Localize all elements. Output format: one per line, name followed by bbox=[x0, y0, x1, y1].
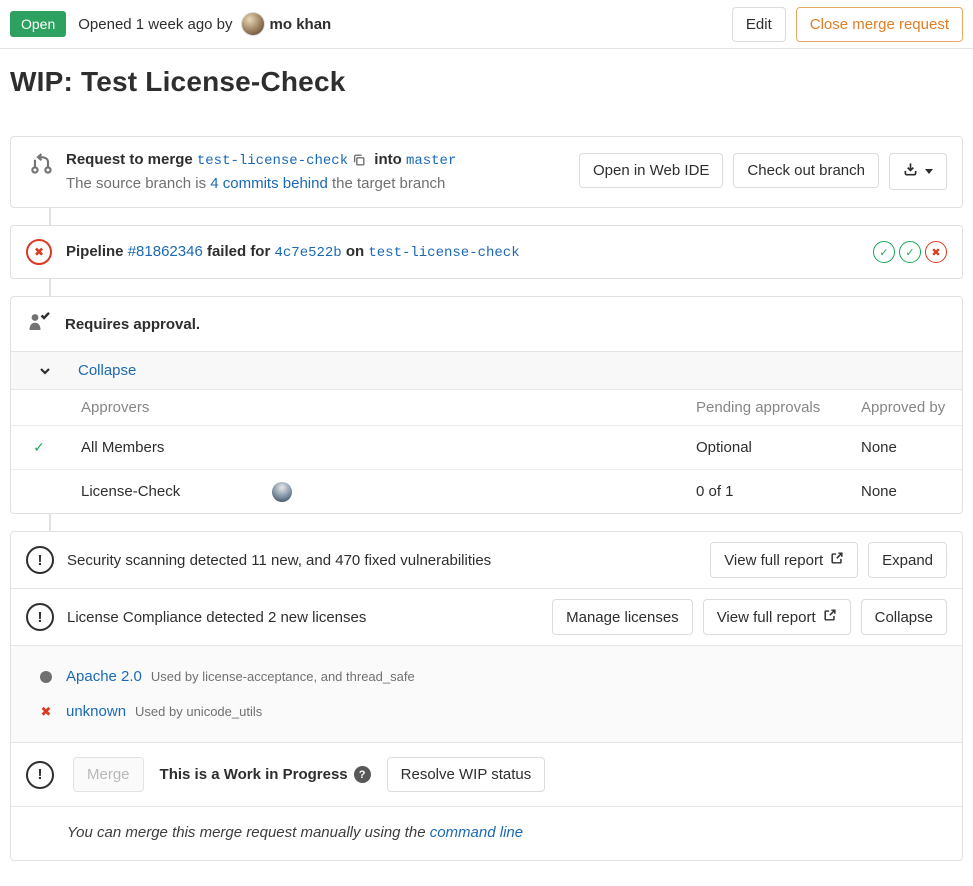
author-name[interactable]: mo khan bbox=[270, 16, 332, 33]
approvals-collapse-row: Collapse bbox=[11, 351, 962, 390]
license-view-full-report-button[interactable]: View full report bbox=[703, 599, 851, 635]
chevron-down-icon[interactable] bbox=[37, 363, 53, 379]
wip-row: ! Merge This is a Work in Progress ? Res… bbox=[11, 743, 962, 806]
pipeline-failed-icon[interactable]: ✖ bbox=[26, 239, 52, 265]
pipeline-mini-graph: ✓ ✓ ✖ bbox=[873, 241, 947, 263]
license-compliance-row: ! License Compliance detected 2 new lice… bbox=[11, 588, 962, 645]
opened-text: Opened 1 week ago by bbox=[78, 16, 232, 33]
widget-connector bbox=[49, 279, 51, 296]
list-item: ✖ unknown Used by unicode_utils bbox=[26, 694, 947, 729]
close-merge-request-button[interactable]: Close merge request bbox=[796, 7, 963, 42]
license-name-link[interactable]: unknown bbox=[66, 703, 126, 720]
approvers-table-header: Approvers Pending approvals Approved by bbox=[11, 390, 962, 425]
open-web-ide-button[interactable]: Open in Web IDE bbox=[579, 153, 723, 188]
widget-connector bbox=[49, 208, 51, 225]
copy-branch-icon[interactable] bbox=[352, 153, 366, 171]
request-to-merge-panel: Request to merge test-license-check into… bbox=[10, 136, 963, 208]
widget-connector bbox=[49, 514, 51, 531]
neutral-license-icon bbox=[40, 671, 52, 683]
pipeline-failed-for-label: failed for bbox=[207, 243, 270, 260]
external-link-icon bbox=[823, 608, 837, 626]
source-branch-link[interactable]: test-license-check bbox=[197, 153, 348, 169]
approvals-collapse-link[interactable]: Collapse bbox=[78, 362, 136, 379]
security-report-row: ! Security scanning detected 11 new, and… bbox=[11, 532, 962, 588]
pipeline-on-label: on bbox=[346, 243, 364, 260]
license-used-by: Used by license-acceptance, and thread_s… bbox=[151, 669, 415, 684]
stage-passed-icon[interactable]: ✓ bbox=[873, 241, 895, 263]
merge-request-icon bbox=[29, 150, 55, 180]
col-pending-approvals: Pending approvals bbox=[696, 399, 861, 416]
license-used-by: Used by unicode_utils bbox=[135, 704, 262, 719]
table-row: ✓ All Members Optional None bbox=[11, 425, 962, 469]
approver-name: License-Check bbox=[81, 483, 180, 500]
security-expand-button[interactable]: Expand bbox=[868, 542, 947, 578]
license-collapse-button[interactable]: Collapse bbox=[861, 599, 947, 635]
mr-status-bar: Open Opened 1 week ago by mo khan Edit C… bbox=[0, 0, 973, 49]
manage-licenses-button[interactable]: Manage licenses bbox=[552, 599, 693, 635]
target-branch-link[interactable]: master bbox=[406, 153, 456, 169]
approver-avatar[interactable] bbox=[272, 482, 292, 502]
status-badge: Open bbox=[10, 11, 66, 37]
user-check-icon bbox=[26, 310, 52, 338]
pending-approvals-value: 0 of 1 bbox=[696, 483, 861, 500]
security-report-text: Security scanning detected 11 new, and 4… bbox=[67, 552, 710, 569]
help-icon[interactable]: ? bbox=[354, 766, 371, 783]
command-line-link[interactable]: command line bbox=[430, 824, 523, 841]
pipeline-branch-link[interactable]: test-license-check bbox=[368, 245, 519, 261]
manual-merge-text: You can merge this merge request manuall… bbox=[67, 824, 426, 841]
commit-sha-link[interactable]: 4c7e522b bbox=[274, 245, 341, 261]
into-label: into bbox=[374, 151, 402, 168]
license-name-link[interactable]: Apache 2.0 bbox=[66, 668, 142, 685]
approved-by-value: None bbox=[861, 483, 962, 500]
warning-icon: ! bbox=[26, 603, 54, 631]
pipeline-id-link[interactable]: #81862346 bbox=[128, 243, 203, 260]
approvals-panel: Requires approval. Collapse Approvers Pe… bbox=[10, 296, 963, 514]
behind-suffix: the target branch bbox=[332, 175, 445, 192]
warning-icon: ! bbox=[26, 761, 54, 789]
checkout-branch-button[interactable]: Check out branch bbox=[733, 153, 879, 188]
pending-approvals-value: Optional bbox=[696, 439, 861, 456]
failed-license-icon: ✖ bbox=[41, 704, 52, 720]
page-title: WIP: Test License-Check bbox=[10, 66, 963, 98]
col-approvers: Approvers bbox=[67, 399, 696, 416]
pipeline-label: Pipeline bbox=[66, 243, 124, 260]
manual-merge-note: You can merge this merge request manuall… bbox=[11, 806, 962, 860]
behind-prefix: The source branch is bbox=[66, 175, 206, 192]
wip-text: This is a Work in Progress bbox=[160, 766, 348, 783]
stage-failed-icon[interactable]: ✖ bbox=[925, 241, 947, 263]
edit-button[interactable]: Edit bbox=[732, 7, 786, 42]
table-row: License-Check 0 of 1 None bbox=[11, 469, 962, 513]
pipeline-panel: ✖ Pipeline #81862346 failed for 4c7e522b… bbox=[10, 225, 963, 279]
author-avatar[interactable] bbox=[241, 12, 265, 36]
security-view-full-report-button[interactable]: View full report bbox=[710, 542, 858, 578]
commits-behind-link[interactable]: 4 commits behind bbox=[210, 175, 328, 192]
warning-icon: ! bbox=[26, 546, 54, 574]
merge-button[interactable]: Merge bbox=[73, 757, 144, 792]
request-to-merge-label: Request to merge bbox=[66, 151, 193, 168]
license-list: Apache 2.0 Used by license-acceptance, a… bbox=[11, 645, 962, 743]
list-item: Apache 2.0 Used by license-acceptance, a… bbox=[26, 659, 947, 694]
approved-by-value: None bbox=[861, 439, 962, 456]
download-dropdown-button[interactable] bbox=[889, 153, 947, 190]
external-link-icon bbox=[830, 551, 844, 569]
resolve-wip-status-button[interactable]: Resolve WIP status bbox=[387, 757, 546, 792]
license-compliance-text: License Compliance detected 2 new licens… bbox=[67, 609, 552, 626]
requires-approval-text: Requires approval. bbox=[65, 316, 200, 333]
download-icon bbox=[903, 162, 918, 181]
approver-name: All Members bbox=[67, 439, 696, 456]
chevron-down-icon bbox=[925, 169, 933, 174]
col-approved-by: Approved by bbox=[861, 399, 962, 416]
approvers-table: Approvers Pending approvals Approved by … bbox=[11, 390, 962, 513]
reports-panel: ! Security scanning detected 11 new, and… bbox=[10, 531, 963, 861]
check-icon: ✓ bbox=[11, 439, 67, 456]
stage-passed-icon[interactable]: ✓ bbox=[899, 241, 921, 263]
